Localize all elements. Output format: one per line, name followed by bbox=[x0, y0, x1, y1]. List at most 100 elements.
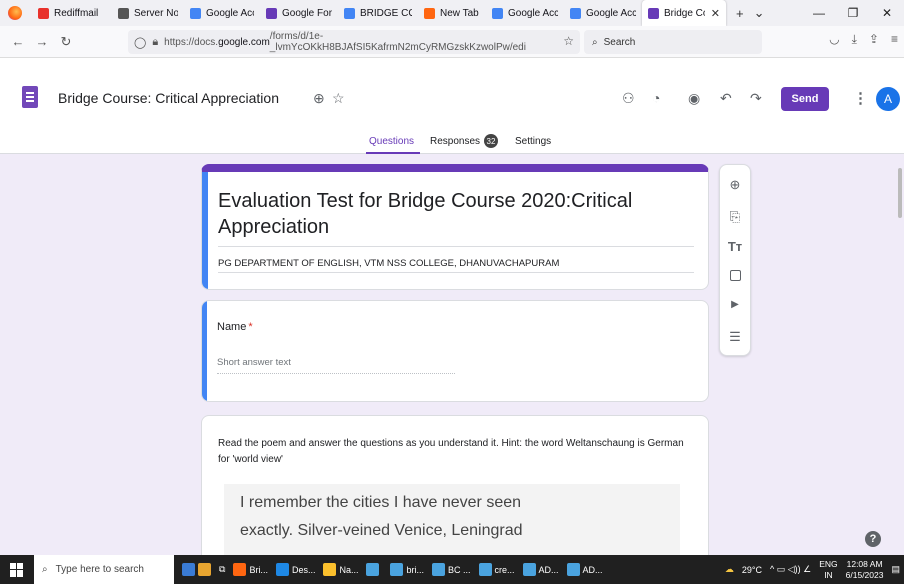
minimize-button[interactable]: — bbox=[802, 6, 836, 20]
browser-tab[interactable]: Bridge Cou ✕ bbox=[642, 0, 726, 26]
browser-tab[interactable]: Rediffmail bbox=[32, 0, 112, 26]
browser-tab[interactable]: Google Forms bbox=[260, 0, 338, 26]
app-icon bbox=[566, 563, 580, 576]
app-icon bbox=[275, 563, 289, 576]
system-tray-icons[interactable]: ^ ▭ ◁)) ∠ bbox=[770, 564, 811, 575]
app-icon bbox=[366, 563, 380, 576]
question-card-name[interactable]: Name * Short answer text bbox=[201, 300, 709, 402]
form-document-title[interactable]: Bridge Course: Critical Appreciation bbox=[58, 90, 279, 106]
taskbar-app-label: BC ... bbox=[448, 564, 471, 575]
language-code: ENG bbox=[819, 558, 838, 569]
taskbar-app[interactable]: Des... bbox=[275, 555, 316, 584]
app-icon bbox=[522, 563, 536, 576]
taskbar-app-label: cre... bbox=[494, 564, 515, 575]
close-window-button[interactable]: ✕ bbox=[870, 6, 904, 20]
undo-icon[interactable]: ↶ bbox=[720, 90, 732, 107]
taskbar-app[interactable]: AD... bbox=[522, 555, 559, 584]
tab-questions[interactable]: Questions bbox=[369, 136, 414, 147]
app-icon bbox=[233, 563, 247, 576]
tab-settings[interactable]: Settings bbox=[515, 136, 551, 147]
lock-icon[interactable]: 🔒︎ bbox=[152, 36, 158, 49]
clock[interactable]: 12:08 AM 6/15/2023 bbox=[846, 559, 884, 581]
reload-button[interactable]: ↻ bbox=[54, 34, 78, 50]
add-video-icon[interactable]: ▶ bbox=[720, 299, 750, 310]
close-tab-icon[interactable]: ✕ bbox=[711, 7, 720, 20]
browser-tab[interactable]: Google Accou bbox=[184, 0, 260, 26]
redo-icon[interactable]: ↷ bbox=[750, 90, 762, 107]
poem-image: I remember the cities I have never seen … bbox=[224, 484, 680, 564]
description-underline bbox=[218, 272, 694, 273]
add-question-icon[interactable]: ⊕ bbox=[720, 177, 750, 193]
pocket-icon[interactable]: ◡ bbox=[829, 32, 839, 47]
bookmark-star-icon[interactable]: ☆ bbox=[563, 34, 574, 48]
taskbar-app[interactable]: bri... bbox=[390, 555, 424, 584]
search-bar[interactable]: ⌕ Search bbox=[584, 30, 762, 54]
send-button[interactable]: Send bbox=[781, 87, 829, 111]
scrollbar-thumb[interactable] bbox=[898, 168, 902, 218]
taskbar-app[interactable]: BC ... bbox=[432, 555, 471, 584]
star-icon[interactable]: ☆ bbox=[332, 90, 345, 107]
taskbar-app-label: AD... bbox=[582, 564, 603, 575]
menu-icon[interactable]: ≡ bbox=[891, 32, 898, 47]
app-icon bbox=[432, 563, 445, 576]
app-icon bbox=[323, 563, 337, 576]
notifications-icon[interactable]: ▤ bbox=[891, 564, 900, 575]
add-section-icon[interactable]: ☰ bbox=[720, 329, 750, 345]
temperature[interactable]: 29°C bbox=[742, 565, 762, 575]
list-tabs-icon[interactable]: ⌄ bbox=[754, 5, 765, 21]
navigation-bar: ← → ↻ ◯ 🔒︎ https://docs. google.com/forms… bbox=[0, 26, 904, 58]
responses-count-badge: 32 bbox=[484, 134, 498, 148]
taskbar-search[interactable]: ⌕ Type here to search bbox=[34, 555, 174, 584]
downloads-icon[interactable]: ⤓ bbox=[852, 32, 857, 47]
page-scrollbar[interactable] bbox=[896, 160, 904, 532]
taskbar-app-label: AD... bbox=[538, 564, 559, 575]
browser-tab[interactable]: BRIDGE COUR bbox=[338, 0, 418, 26]
new-tab-button[interactable]: + bbox=[736, 6, 744, 21]
taskbar-app[interactable] bbox=[366, 555, 382, 584]
address-bar[interactable]: ◯ 🔒︎ https://docs. google.com/forms/d/1e-… bbox=[128, 30, 580, 54]
browser-tab[interactable]: Google Accou bbox=[486, 0, 564, 26]
firefox-menu-icon[interactable] bbox=[8, 6, 22, 20]
tab-responses[interactable]: Responses bbox=[430, 136, 480, 147]
browser-tab[interactable]: New Tab bbox=[418, 0, 486, 26]
more-options-icon[interactable]: ⋮ bbox=[853, 89, 868, 107]
form-title-card[interactable]: Evaluation Test for Bridge Course 2020:C… bbox=[201, 164, 709, 290]
weather-icon[interactable]: ☁ bbox=[725, 564, 734, 575]
browser-tab-title: Google Accou bbox=[508, 7, 558, 19]
url-domain: google.com bbox=[218, 36, 270, 48]
forward-button[interactable]: → bbox=[30, 34, 54, 49]
browser-tab[interactable]: Server Not Fo bbox=[112, 0, 184, 26]
add-image-icon[interactable] bbox=[720, 269, 750, 284]
palette-icon[interactable]: ◔ bbox=[652, 90, 660, 106]
taskbar-app[interactable]: Bri... bbox=[233, 555, 268, 584]
taskbar-app-label: Bri... bbox=[249, 564, 268, 575]
share-icon[interactable]: ⇪ bbox=[869, 32, 879, 47]
short-answer-placeholder: Short answer text bbox=[217, 357, 291, 368]
widgets-icon[interactable] bbox=[182, 555, 211, 584]
back-button[interactable]: ← bbox=[6, 34, 30, 49]
browser-tab-title: Bridge Cou bbox=[664, 7, 705, 19]
preview-eye-icon[interactable]: ◉ bbox=[688, 90, 700, 107]
help-icon[interactable]: ? bbox=[865, 531, 881, 547]
google-icon bbox=[570, 7, 581, 19]
taskbar-app-label: Des... bbox=[291, 564, 316, 575]
browser-tab[interactable]: Google Accou bbox=[564, 0, 642, 26]
shield-icon[interactable]: ◯ bbox=[134, 36, 146, 49]
language-indicator[interactable]: ENG IN bbox=[819, 559, 837, 581]
import-questions-icon[interactable]: ⎘ bbox=[720, 209, 750, 225]
move-to-folder-icon[interactable]: ⊕ bbox=[313, 90, 325, 107]
taskbar-app[interactable]: AD... bbox=[566, 555, 603, 584]
forms-logo-icon[interactable] bbox=[22, 86, 38, 108]
add-title-icon[interactable]: Tт bbox=[720, 239, 750, 254]
firefox-icon bbox=[424, 7, 435, 19]
forms-icon bbox=[648, 7, 659, 19]
add-ons-icon[interactable]: ⚇ bbox=[622, 90, 635, 107]
windows-start-icon[interactable] bbox=[10, 562, 24, 577]
question-card-poem[interactable]: Read the poem and answer the questions a… bbox=[201, 415, 709, 565]
avatar[interactable]: A bbox=[876, 87, 900, 111]
form-description[interactable]: PG DEPARTMENT OF ENGLISH, VTM NSS COLLEG… bbox=[218, 258, 559, 269]
restore-button[interactable]: ❐ bbox=[836, 6, 870, 20]
taskbar-app[interactable]: cre... bbox=[478, 555, 515, 584]
form-title[interactable]: Evaluation Test for Bridge Course 2020:C… bbox=[218, 188, 688, 240]
taskbar-app[interactable]: Na... bbox=[323, 555, 358, 584]
